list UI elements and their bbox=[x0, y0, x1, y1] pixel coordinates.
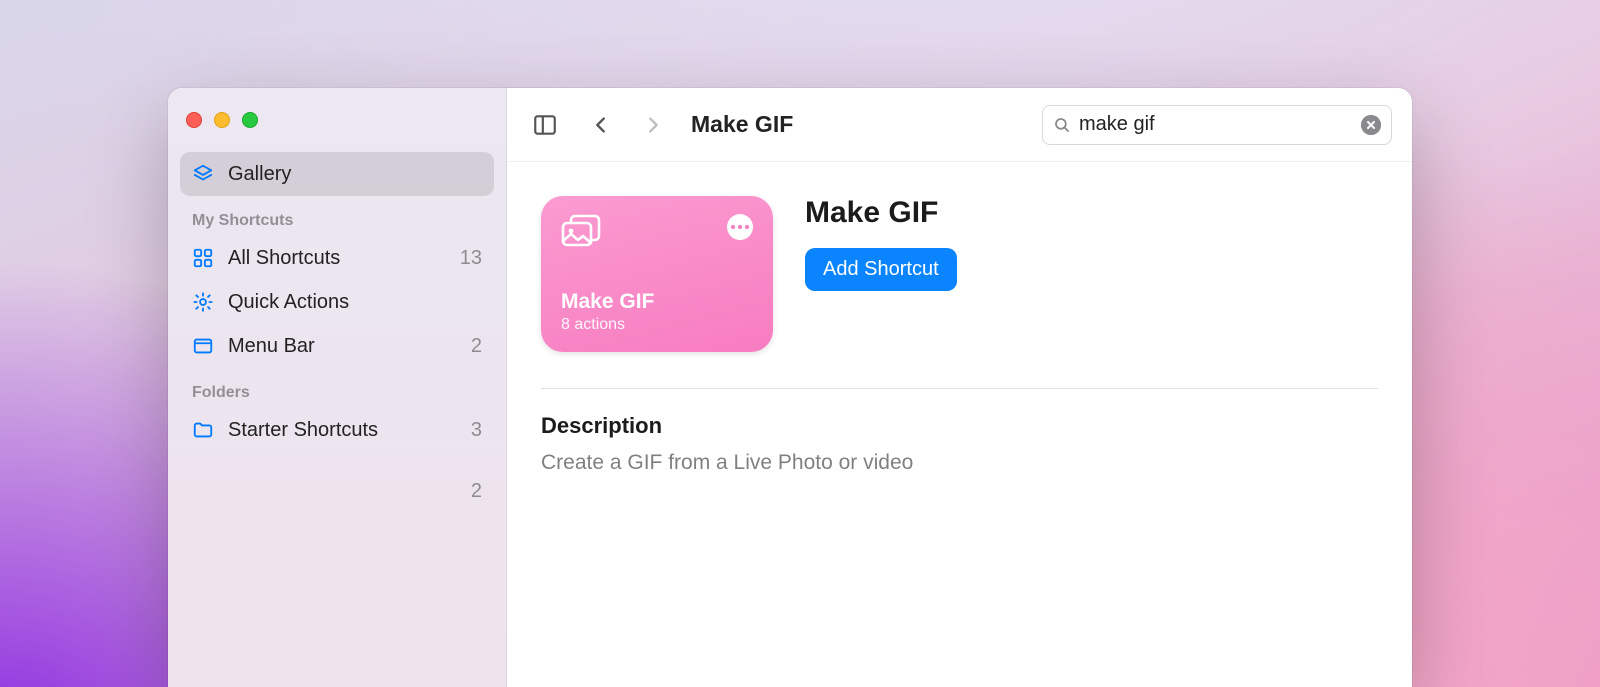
card-subtitle: 8 actions bbox=[561, 316, 753, 334]
shortcut-card[interactable]: Make GIF 8 actions bbox=[541, 196, 773, 352]
description-text: Create a GIF from a Live Photo or video bbox=[541, 451, 1378, 475]
sidebar: Gallery My Shortcuts All Shortcuts 13 Qu… bbox=[168, 88, 507, 687]
window-close-button[interactable] bbox=[186, 112, 202, 128]
card-more-button[interactable] bbox=[727, 214, 753, 240]
sidebar-item-count: 13 bbox=[460, 247, 482, 270]
sidebar-item-label: Menu Bar bbox=[228, 335, 471, 358]
card-title: Make GIF bbox=[561, 290, 753, 314]
grid-icon bbox=[192, 247, 214, 269]
toolbar: Make GIF bbox=[507, 88, 1412, 162]
window-icon bbox=[192, 335, 214, 357]
sidebar-item-count: 3 bbox=[471, 419, 482, 442]
sidebar-item-count: 2 bbox=[471, 335, 482, 358]
shortcut-title: Make GIF bbox=[805, 196, 957, 230]
window-traffic-lights bbox=[180, 106, 494, 152]
sidebar-section-header: Folders bbox=[180, 368, 494, 408]
shortcuts-window: Gallery My Shortcuts All Shortcuts 13 Qu… bbox=[168, 88, 1412, 687]
add-shortcut-button[interactable]: Add Shortcut bbox=[805, 248, 957, 291]
content-area: Make GIF 8 actions Make GIF Add Shortcut… bbox=[507, 162, 1412, 687]
window-minimize-button[interactable] bbox=[214, 112, 230, 128]
search-field[interactable] bbox=[1042, 105, 1392, 145]
sidebar-item-menu-bar[interactable]: Menu Bar 2 bbox=[180, 324, 494, 368]
separator bbox=[541, 388, 1378, 389]
window-zoom-button[interactable] bbox=[242, 112, 258, 128]
photos-icon bbox=[561, 214, 601, 248]
gear-icon bbox=[192, 291, 214, 313]
nav-forward-button[interactable] bbox=[635, 107, 671, 143]
description-header: Description bbox=[541, 413, 1378, 439]
sidebar-item-gallery[interactable]: Gallery bbox=[180, 152, 494, 196]
shortcut-info: Make GIF Add Shortcut bbox=[805, 196, 957, 291]
sidebar-item-label: Quick Actions bbox=[228, 291, 482, 314]
sidebar-item-label: Gallery bbox=[228, 163, 482, 186]
search-clear-button[interactable] bbox=[1361, 115, 1381, 135]
toggle-sidebar-button[interactable] bbox=[527, 107, 563, 143]
sidebar-item-quick-actions[interactable]: Quick Actions bbox=[180, 280, 494, 324]
sidebar-section-header: My Shortcuts bbox=[180, 196, 494, 236]
sidebar-item-label: Starter Shortcuts bbox=[228, 419, 471, 442]
sidebar-stray-count: 2 bbox=[180, 452, 494, 503]
main-panel: Make GIF bbox=[507, 88, 1412, 687]
sidebar-item-label: All Shortcuts bbox=[228, 247, 460, 270]
nav-back-button[interactable] bbox=[583, 107, 619, 143]
search-icon bbox=[1053, 116, 1071, 134]
sidebar-item-all-shortcuts[interactable]: All Shortcuts 13 bbox=[180, 236, 494, 280]
sidebar-item-starter-shortcuts[interactable]: Starter Shortcuts 3 bbox=[180, 408, 494, 452]
folder-icon bbox=[192, 419, 214, 441]
search-input[interactable] bbox=[1079, 113, 1361, 136]
layers-icon bbox=[192, 163, 214, 185]
toolbar-title: Make GIF bbox=[691, 111, 793, 138]
